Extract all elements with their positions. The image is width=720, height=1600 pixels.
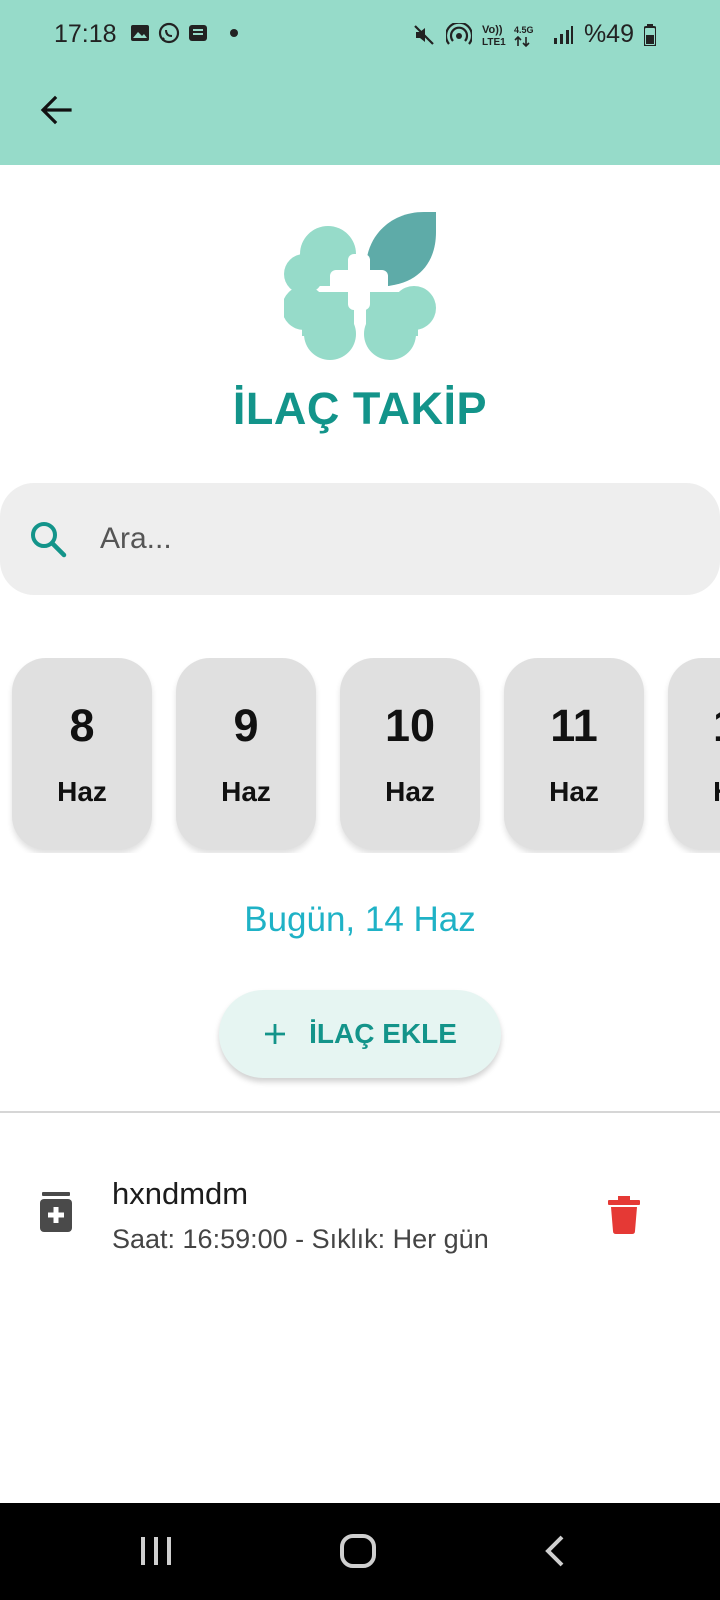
search-bar[interactable] (0, 483, 720, 595)
day-selector: 8 Haz 9 Haz 10 Haz 11 Haz 12 Haz (0, 658, 720, 853)
day-month: Haz (221, 776, 271, 807)
day-card[interactable]: 8 Haz (12, 658, 152, 850)
arrow-left-icon (40, 95, 72, 125)
day-month: Haz (385, 776, 435, 807)
home-icon (340, 1534, 376, 1568)
day-number: 11 (550, 700, 598, 751)
message-icon (189, 25, 207, 41)
volte-icon: Vo))LTE1 4.5G (482, 24, 534, 48)
add-medicine-label: İLAÇ EKLE (309, 1018, 457, 1049)
day-number: 9 (233, 700, 259, 751)
plus-icon (265, 1024, 286, 1044)
back-button[interactable] (34, 88, 78, 132)
add-medicine-button[interactable]: İLAÇ EKLE (219, 990, 501, 1078)
day-card[interactable]: 12 Haz (668, 658, 720, 850)
day-month: Haz (57, 776, 107, 807)
medicine-bottle-icon (40, 1192, 72, 1232)
today-label: Bugün, 14 Haz (244, 900, 476, 939)
day-month: Haz (668, 776, 720, 808)
svg-text:Vo)): Vo)) (482, 24, 503, 36)
day-number: 10 (384, 700, 436, 751)
day-card[interactable]: 10 Haz (340, 658, 480, 850)
list-item[interactable]: hxndmdm Saat: 16:59:00 - Sıklık: Her gün (0, 1160, 720, 1270)
search-input[interactable] (100, 511, 660, 567)
clover-cross-icon (284, 212, 436, 360)
battery-level: %49 (583, 20, 634, 48)
day-number: 8 (69, 700, 95, 751)
app-bar: 17:18 Vo)) LTE1 4.5G %49 (0, 0, 720, 165)
medicine-name: hxndmdm (112, 1176, 249, 1211)
back-nav-button[interactable] (540, 1531, 570, 1571)
signal-icon (553, 25, 573, 44)
divider (0, 1111, 720, 1113)
whatsapp-icon (158, 22, 180, 44)
mute-icon (414, 24, 434, 45)
gallery-icon (131, 25, 149, 41)
system-nav-bar (0, 1503, 720, 1600)
trash-icon[interactable] (608, 1196, 640, 1234)
recent-apps-button[interactable] (136, 1531, 176, 1571)
home-button[interactable] (336, 1531, 380, 1571)
day-number: 12 (668, 700, 720, 752)
medicine-detail: Saat: 16:59:00 - Sıklık: Her gün (112, 1224, 489, 1254)
hotspot-icon (445, 22, 472, 45)
svg-text:4.5G: 4.5G (514, 25, 534, 35)
notification-dot (230, 29, 238, 37)
status-bar: 17:18 Vo)) LTE1 4.5G %49 (0, 0, 720, 70)
back-nav-icon (545, 1535, 564, 1567)
day-month: Haz (549, 776, 599, 807)
recent-apps-icon (141, 1537, 171, 1565)
svg-text:LTE1: LTE1 (482, 37, 506, 48)
day-card[interactable]: 9 Haz (176, 658, 316, 850)
battery-icon (644, 23, 656, 46)
status-time: 17:18 (54, 20, 117, 48)
search-icon (31, 522, 67, 558)
day-card[interactable]: 11 Haz (504, 658, 644, 850)
app-title: İLAÇ TAKİP (232, 383, 488, 434)
